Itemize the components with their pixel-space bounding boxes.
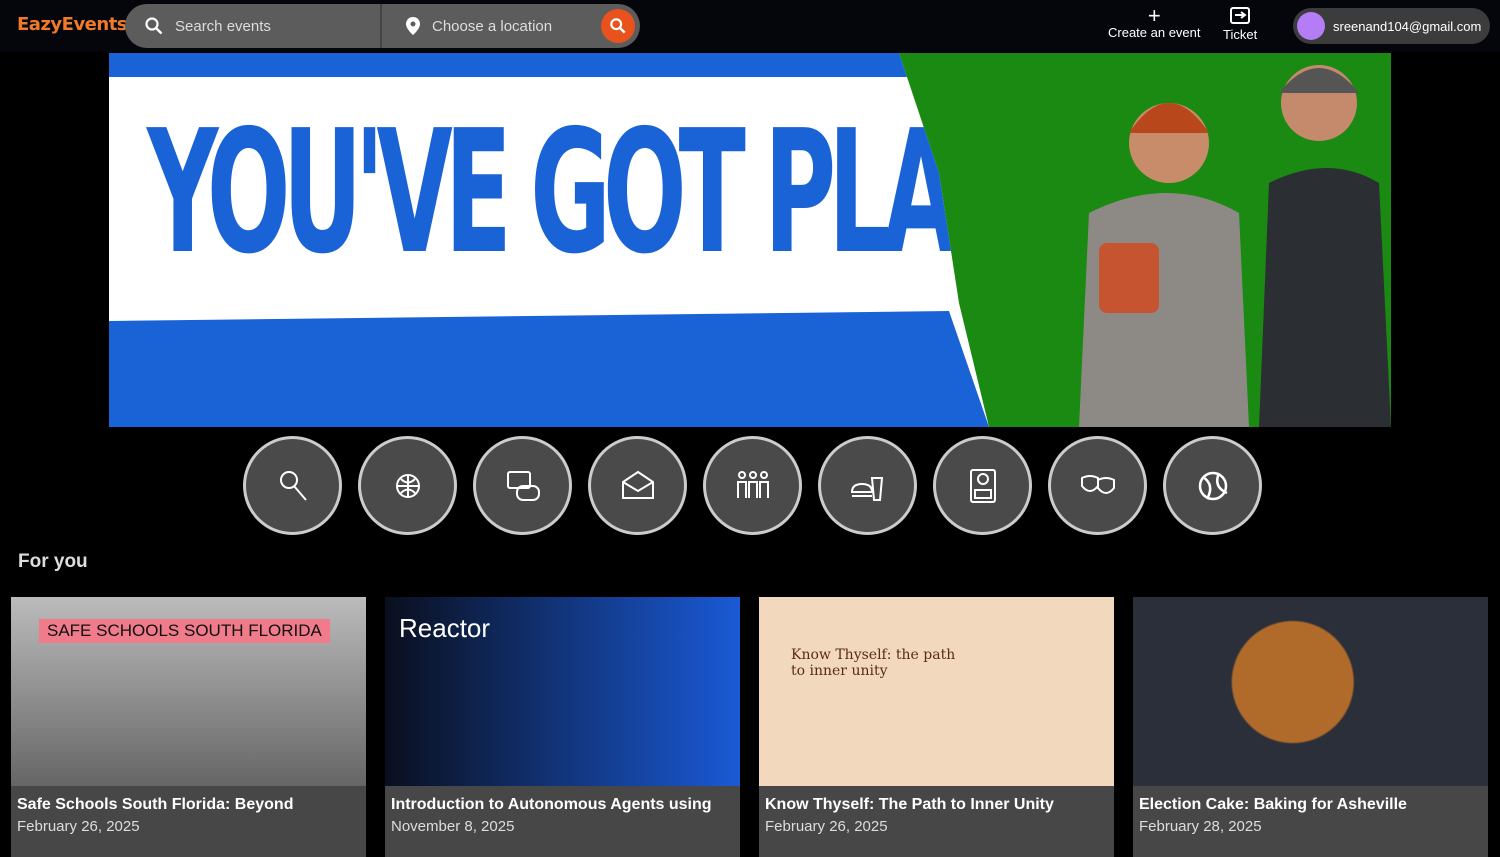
event-thumbnail: Reactor [385, 597, 740, 786]
microphone-icon [279, 470, 307, 501]
plus-icon: + [1147, 3, 1161, 28]
location-placeholder: Choose a location [432, 17, 553, 35]
category-business[interactable] [588, 436, 687, 535]
thumb-text: Reactor [399, 613, 491, 643]
category-music[interactable] [243, 436, 342, 535]
category-food-drink[interactable] [818, 436, 917, 535]
theatre-masks-icon [1080, 474, 1115, 494]
book-icon [969, 468, 996, 503]
avatar [1297, 12, 1325, 40]
hero-banner[interactable]: YOU'VE GOT PLANS [109, 53, 1391, 427]
create-event-button[interactable]: + Create an event [1108, 3, 1201, 41]
event-title: Know Thyself: The Path to Inner Unity [765, 796, 1054, 813]
search-button[interactable] [601, 9, 635, 43]
search-bar: Search events Choose a location [125, 4, 640, 48]
event-card[interactable]: Reactor Introduction to Autonomous Agent… [385, 597, 740, 857]
event-card[interactable]: Election Cake: Baking for Asheville Febr… [1133, 597, 1488, 857]
top-bar: EazyEvents Search events Choose a locati… [0, 0, 1500, 52]
event-thumbnail: Know Thyself: the path to inner unity [759, 597, 1114, 786]
thumb-text: SAFE SCHOOLS SOUTH FLORIDA [39, 619, 330, 643]
people-icon [736, 470, 769, 498]
event-title: Introduction to Autonomous Agents using [391, 796, 712, 813]
event-list: SAFE SCHOOLS SOUTH FLORIDA Safe Schools … [11, 597, 1488, 857]
category-arts[interactable] [1048, 436, 1147, 535]
search-icon [610, 18, 626, 34]
event-title: Safe Schools South Florida: Beyond [17, 796, 294, 813]
category-education[interactable] [933, 436, 1032, 535]
banner-people-image [1079, 65, 1391, 427]
ticket-button[interactable]: Ticket [1223, 7, 1257, 42]
event-date: November 8, 2025 [391, 818, 515, 835]
search-input[interactable]: Search events [125, 4, 382, 48]
event-date: February 26, 2025 [765, 818, 888, 835]
search-icon [145, 17, 163, 35]
location-pin-icon [406, 17, 420, 35]
globe-icon [395, 473, 420, 498]
location-input[interactable]: Choose a location [382, 4, 601, 48]
user-menu[interactable]: sreenand104@gmail.com [1293, 8, 1490, 44]
event-title: Election Cake: Baking for Asheville [1139, 796, 1407, 813]
category-travel[interactable] [358, 436, 457, 535]
event-card[interactable]: Know Thyself: the path to inner unity Kn… [759, 597, 1114, 857]
ticket-label: Ticket [1223, 27, 1258, 42]
event-date: February 26, 2025 [17, 818, 140, 835]
search-placeholder: Search events [175, 17, 271, 35]
user-email: sreenand104@gmail.com [1333, 18, 1482, 34]
event-thumbnail: SAFE SCHOOLS SOUTH FLORIDA [11, 597, 366, 786]
create-event-label: Create an event [1108, 25, 1201, 40]
banner-paper: YOU'VE GOT PLANS [109, 53, 989, 427]
banner-headline: YOU'VE GOT PLANS [147, 94, 1089, 292]
category-gaming[interactable] [473, 436, 572, 535]
thumb-text: Know Thyself: the path to inner unity [791, 647, 956, 679]
category-list [243, 436, 1262, 535]
food-drink-icon [850, 476, 883, 501]
ball-icon [1198, 471, 1228, 500]
event-date: February 28, 2025 [1139, 818, 1262, 835]
category-community[interactable] [703, 436, 802, 535]
event-thumbnail [1133, 597, 1488, 786]
gamepad-icon [506, 470, 540, 501]
logo[interactable]: EazyEvents [17, 14, 128, 35]
category-sports[interactable] [1163, 436, 1262, 535]
ticket-icon [1230, 7, 1251, 24]
section-title: For you [18, 551, 88, 572]
event-card[interactable]: SAFE SCHOOLS SOUTH FLORIDA Safe Schools … [11, 597, 366, 857]
envelope-icon [621, 470, 654, 499]
